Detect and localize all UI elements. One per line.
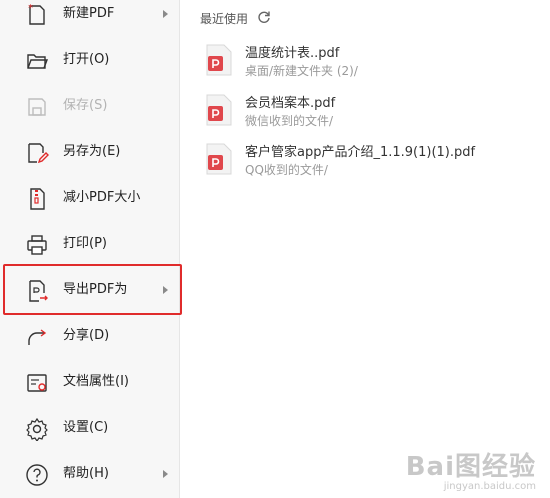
menu-item-new-pdf[interactable]: * 新建PDF: [0, 0, 180, 34]
share-icon: [24, 324, 50, 350]
menu-item-save[interactable]: 保存(S): [0, 86, 180, 126]
recent-file-item[interactable]: 会员档案本.pdf 微信收到的文件/: [205, 92, 535, 136]
watermark-logo: Bai图经验: [405, 452, 536, 482]
menu-item-label: 分享(D): [63, 328, 110, 343]
file-name: 客户管家app产品介绍_1.1.9(1)(1).pdf: [245, 145, 476, 160]
export-pdf-icon: [24, 278, 50, 304]
recent-file-item[interactable]: 温度统计表..pdf 桌面/新建文件夹 (2)/: [205, 42, 535, 86]
file-path: QQ收到的文件/: [245, 163, 328, 177]
file-path: 微信收到的文件/: [245, 114, 334, 128]
menu-item-compress-pdf[interactable]: 减小PDF大小: [0, 178, 180, 218]
menu-item-help[interactable]: 帮助(H): [0, 454, 180, 494]
new-pdf-icon: *: [24, 2, 50, 28]
menu-item-label: 打开(O): [63, 52, 110, 67]
menu-item-label: 打印(P): [63, 236, 107, 251]
menu-item-print[interactable]: 打印(P): [0, 224, 180, 264]
help-icon: [24, 462, 50, 488]
compress-pdf-icon: [24, 186, 50, 212]
menu-item-label: 文档属性(I): [63, 374, 129, 389]
file-name: 会员档案本.pdf: [245, 96, 336, 111]
menu-item-label: 保存(S): [63, 98, 108, 113]
file-menu-panel: * 新建PDF 打开(O) 保存(S) 另存为(E) 减小PDF大小 打印(P)…: [0, 0, 182, 498]
save-icon: [24, 94, 50, 120]
file-name: 温度统计表..pdf: [245, 46, 340, 61]
menu-item-label: 减小PDF大小: [63, 190, 141, 205]
watermark: Bai图经验 jingyan.baidu.com: [406, 446, 536, 492]
chevron-right-icon: [163, 470, 168, 478]
menu-item-label: 导出PDF为: [63, 282, 128, 297]
refresh-icon[interactable]: [257, 9, 271, 23]
svg-text:*: *: [28, 3, 33, 14]
printer-icon: [24, 232, 50, 258]
menu-item-settings[interactable]: 设置(C): [0, 408, 180, 448]
menu-item-share[interactable]: 分享(D): [0, 316, 180, 356]
recent-title: 最近使用: [200, 11, 249, 26]
save-as-icon: [24, 140, 50, 166]
menu-item-label: 设置(C): [63, 420, 109, 435]
chevron-right-icon: [163, 10, 168, 18]
menu-item-save-as[interactable]: 另存为(E): [0, 132, 180, 172]
chevron-right-icon: [163, 286, 168, 294]
gear-icon: [24, 416, 50, 442]
recent-file-item[interactable]: 客户管家app产品介绍_1.1.9(1)(1).pdf QQ收到的文件/: [205, 141, 535, 185]
menu-item-open[interactable]: 打开(O): [0, 40, 180, 80]
pdf-file-icon: [205, 44, 233, 76]
menu-item-label: 另存为(E): [63, 144, 121, 159]
pdf-file-icon: [205, 143, 233, 175]
menu-item-label: 帮助(H): [63, 466, 109, 481]
menu-item-doc-properties[interactable]: 文档属性(I): [0, 362, 180, 402]
menu-item-export-pdf[interactable]: 导出PDF为: [0, 270, 180, 310]
doc-properties-icon: [24, 370, 50, 396]
menu-item-label: 新建PDF: [63, 6, 115, 21]
folder-open-icon: [24, 48, 50, 74]
file-path: 桌面/新建文件夹 (2)/: [245, 64, 358, 78]
pdf-file-icon: [205, 94, 233, 126]
